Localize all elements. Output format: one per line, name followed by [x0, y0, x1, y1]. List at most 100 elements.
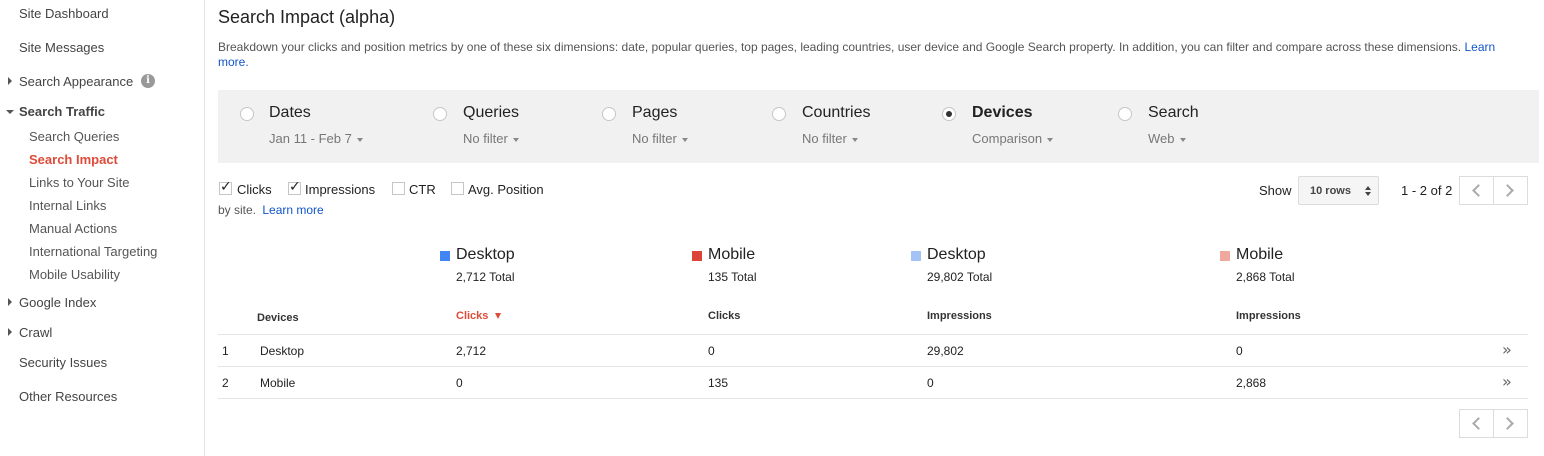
dropdown-caret-icon — [1047, 137, 1054, 142]
cell-value: 2,868 — [1236, 376, 1267, 390]
expand-right-icon[interactable] — [8, 298, 12, 306]
cell-value: 2,712 — [456, 344, 487, 358]
cell-value: 0 — [927, 376, 934, 390]
filter-dropdown[interactable]: No filter — [632, 131, 688, 146]
radio-dates[interactable] — [240, 107, 254, 121]
by-site-text: by site. — [218, 203, 257, 217]
legend-swatch — [692, 251, 702, 261]
dimension-filter-bar: Dates Jan 11 - Feb 7 Queries No filter P… — [218, 90, 1539, 163]
page-range: 1 - 2 of 2 — [1401, 183, 1453, 198]
row-index: 2 — [222, 376, 229, 390]
filter-label: Pages — [632, 104, 678, 121]
info-icon[interactable]: i — [141, 74, 155, 88]
cell-value: 0 — [1236, 344, 1243, 358]
filter-dropdown[interactable]: Jan 11 - Feb 7 — [269, 131, 363, 146]
rows-per-page-select[interactable]: 10 rows — [1298, 176, 1379, 205]
legend-swatch — [440, 251, 450, 261]
filter-label: Search — [1148, 104, 1199, 121]
dropdown-caret-icon — [681, 137, 688, 142]
nav-search-impact[interactable]: Search Impact — [29, 152, 118, 167]
expand-right-icon[interactable] — [8, 328, 12, 336]
next-page-button-bottom[interactable] — [1493, 409, 1528, 438]
checkbox-avg-position[interactable] — [451, 182, 464, 195]
filter-dropdown[interactable]: No filter — [463, 131, 519, 146]
radio-devices[interactable] — [942, 107, 956, 121]
filter-label: Devices — [972, 104, 1033, 121]
filter-dropdown[interactable]: Web — [1148, 131, 1186, 146]
prev-page-button[interactable] — [1459, 176, 1494, 205]
divider — [218, 366, 1528, 367]
nav-google-index[interactable]: Google Index — [19, 295, 96, 310]
filter-label: Queries — [463, 104, 520, 121]
updown-icon — [1365, 186, 1371, 196]
legend-total: 2,712 Total — [456, 270, 515, 284]
chevron-left-icon — [1472, 417, 1485, 430]
checkbox-label-ctr: CTR — [409, 182, 436, 197]
expand-row-icon[interactable]: » — [1502, 340, 1512, 359]
column-header-desktop-impressions[interactable]: Impressions — [927, 310, 992, 322]
legend-swatch — [911, 251, 921, 261]
nav-search-appearance[interactable]: Search Appearance — [19, 74, 133, 89]
dropdown-caret-icon — [1179, 137, 1186, 142]
checkbox-label-impressions: Impressions — [305, 182, 376, 197]
radio-countries[interactable] — [772, 107, 786, 121]
legend-desktop-clicks: Desktop — [456, 246, 515, 263]
cell-value: 135 — [708, 376, 729, 390]
column-header-desktop-clicks[interactable]: Clicks — [456, 310, 502, 322]
filter-label: Countries — [802, 104, 871, 121]
nav-mobile-usability[interactable]: Mobile Usability — [29, 267, 120, 282]
column-header-mobile-impressions[interactable]: Impressions — [1236, 310, 1301, 322]
radio-queries[interactable] — [433, 107, 447, 121]
expand-row-icon[interactable]: » — [1502, 372, 1512, 391]
column-header-devices[interactable]: Devices — [257, 312, 299, 324]
legend-mobile-impressions: Mobile — [1236, 246, 1284, 263]
nav-search-traffic[interactable]: Search Traffic — [19, 104, 105, 119]
divider — [218, 398, 1528, 399]
filter-dropdown[interactable]: No filter — [802, 131, 858, 146]
legend-total: 29,802 Total — [927, 270, 993, 284]
expand-down-icon[interactable] — [6, 110, 14, 114]
prev-page-button-bottom[interactable] — [1459, 409, 1494, 438]
checkbox-impressions[interactable] — [288, 179, 301, 195]
sort-descending-icon — [495, 313, 502, 319]
nav-manual-actions[interactable]: Manual Actions — [29, 221, 117, 236]
filter-dropdown[interactable]: Comparison — [972, 131, 1054, 146]
nav-international-targeting[interactable]: International Targeting — [29, 244, 157, 259]
legend-total: 2,868 Total — [1236, 270, 1295, 284]
nav-site-messages[interactable]: Site Messages — [19, 40, 104, 55]
dropdown-caret-icon — [851, 137, 858, 142]
legend-desktop-impressions: Desktop — [927, 246, 986, 263]
chevron-right-icon — [1501, 184, 1514, 197]
expand-right-icon[interactable] — [8, 77, 12, 85]
row-index: 1 — [222, 344, 229, 358]
nav-links-to-your-site[interactable]: Links to Your Site — [29, 175, 129, 190]
legend-mobile-clicks: Mobile — [708, 246, 756, 263]
divider — [218, 334, 1528, 335]
learn-more-link-2[interactable]: Learn more — [262, 203, 323, 217]
dropdown-caret-icon — [512, 137, 519, 142]
checkbox-label-avg-position: Avg. Position — [468, 182, 544, 197]
page-description: Breakdown your clicks and position metri… — [218, 40, 1518, 70]
column-header-mobile-clicks[interactable]: Clicks — [708, 310, 740, 322]
show-label: Show — [1259, 183, 1292, 198]
radio-pages[interactable] — [602, 107, 616, 121]
chevron-left-icon — [1472, 184, 1485, 197]
radio-search[interactable] — [1118, 107, 1132, 121]
cell-value: 0 — [456, 376, 463, 390]
sidebar: Site Dashboard Site Messages Search Appe… — [0, 0, 205, 456]
nav-security-issues[interactable]: Security Issues — [19, 355, 107, 370]
cell-value: 0 — [708, 344, 715, 358]
nav-internal-links[interactable]: Internal Links — [29, 198, 106, 213]
checkbox-ctr[interactable] — [392, 182, 405, 195]
checkbox-clicks[interactable] — [219, 179, 232, 195]
row-device: Mobile — [260, 376, 296, 390]
row-device: Desktop — [260, 344, 305, 358]
nav-site-dashboard[interactable]: Site Dashboard — [19, 6, 109, 21]
next-page-button[interactable] — [1493, 176, 1528, 205]
description-text: Breakdown your clicks and position metri… — [218, 40, 1462, 54]
nav-crawl[interactable]: Crawl — [19, 325, 52, 340]
dropdown-caret-icon — [356, 137, 363, 142]
nav-other-resources[interactable]: Other Resources — [19, 389, 117, 404]
nav-search-queries[interactable]: Search Queries — [29, 129, 119, 144]
cell-value: 29,802 — [927, 344, 964, 358]
